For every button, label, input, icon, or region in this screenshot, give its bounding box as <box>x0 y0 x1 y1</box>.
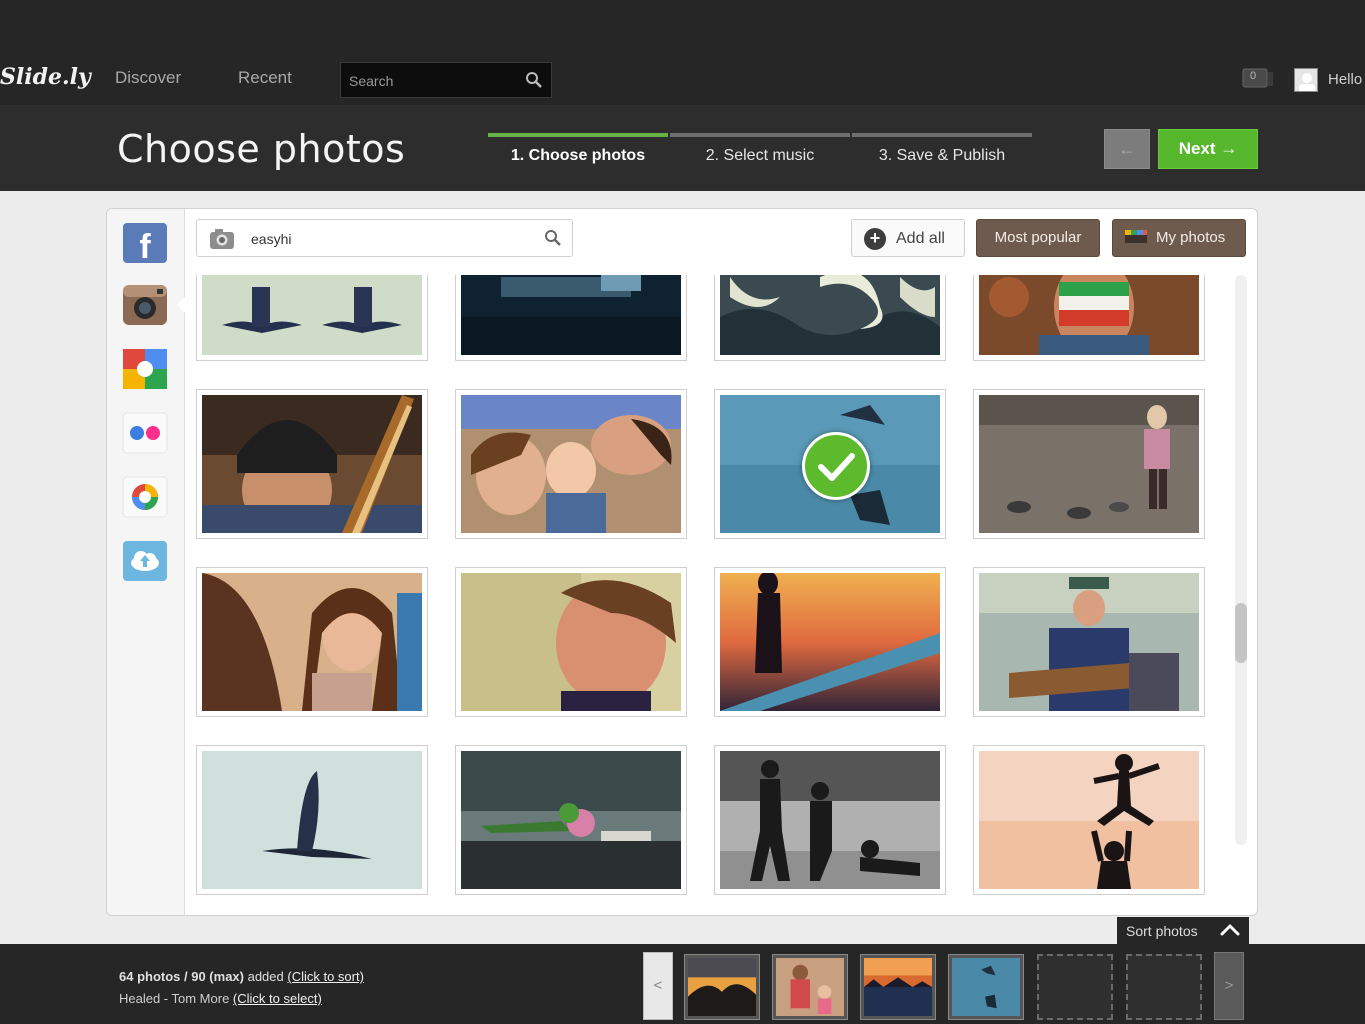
selection-summary: 64 photos / 90 (max) added (Click to sor… <box>119 969 364 984</box>
search-box <box>340 62 552 98</box>
step-label: 2. Select music <box>705 147 815 164</box>
song-title: Healed - Tom More <box>119 991 233 1006</box>
camera-icon <box>209 228 235 255</box>
source-sidebar: f <box>107 209 185 915</box>
selected-photo-thumb[interactable] <box>684 954 760 1020</box>
photo-tile[interactable] <box>714 389 946 539</box>
search-icon[interactable] <box>544 229 562 252</box>
step-label: 1. Choose photos <box>510 147 646 164</box>
page-header: Choose photos 1. Choose photos 2. Select… <box>0 105 1365 191</box>
selected-photo-thumb[interactable] <box>860 954 936 1020</box>
avatar[interactable] <box>1294 68 1318 92</box>
photo-tile[interactable] <box>455 389 687 539</box>
photo-tile[interactable] <box>196 389 428 539</box>
photo-tile[interactable] <box>455 275 687 361</box>
photo-image <box>461 275 681 355</box>
step-label: 3. Save & Publish <box>878 147 1006 164</box>
photo-tile[interactable] <box>973 567 1205 717</box>
photo-tile[interactable] <box>714 275 946 361</box>
music-summary: Healed - Tom More (Click to select) <box>119 991 322 1006</box>
nav-discover[interactable]: Discover <box>115 68 181 88</box>
google-icon[interactable] <box>121 347 169 391</box>
sort-photos-label: Sort photos <box>1126 923 1198 939</box>
empty-photo-slot[interactable] <box>1126 954 1202 1020</box>
top-bar: Slide.ly Discover Recent 0 Hello <box>0 0 1365 105</box>
instagram-icon[interactable] <box>121 283 185 327</box>
most-popular-button[interactable]: Most popular <box>976 219 1100 257</box>
svg-text:f: f <box>139 228 151 265</box>
photo-image <box>202 395 422 533</box>
photo-tile[interactable] <box>714 567 946 717</box>
scrollbar-thumb[interactable] <box>1235 603 1247 663</box>
photo-tile[interactable] <box>455 567 687 717</box>
photo-tile[interactable] <box>196 745 428 895</box>
empty-photo-slot[interactable] <box>1037 954 1113 1020</box>
photo-image <box>720 751 940 889</box>
selection-bar: 64 photos / 90 (max) added (Click to sor… <box>0 944 1365 1024</box>
added-text: added <box>243 969 288 984</box>
photo-image <box>979 573 1199 711</box>
greeting[interactable]: Hello <box>1328 71 1362 88</box>
filmstrip-prev-button[interactable]: < <box>643 952 673 1020</box>
plus-icon: + <box>864 228 886 250</box>
search-input[interactable] <box>349 71 519 91</box>
cloud-upload-icon[interactable] <box>121 539 169 583</box>
photo-grid <box>196 275 1216 905</box>
photo-image <box>720 395 940 533</box>
filmstrip-next-button[interactable]: > <box>1214 952 1244 1020</box>
photo-image <box>979 275 1199 355</box>
photo-image <box>202 275 422 355</box>
step-choose-photos[interactable]: 1. Choose photos <box>488 133 668 173</box>
photo-count: 64 photos / 90 (max) <box>119 969 244 984</box>
photo-image <box>720 573 940 711</box>
photo-picker-panel: f + Add all Most popular <box>106 208 1258 916</box>
search-icon[interactable] <box>525 71 543 94</box>
photo-image <box>461 573 681 711</box>
photo-tile[interactable] <box>973 389 1205 539</box>
my-photos-button[interactable]: My photos <box>1112 219 1246 257</box>
selected-photo-thumb[interactable] <box>948 954 1024 1020</box>
selected-check-icon <box>802 432 870 500</box>
add-all-label: Add all <box>896 230 945 247</box>
facebook-icon[interactable]: f <box>121 221 169 266</box>
step-save-publish[interactable]: 3. Save & Publish <box>852 133 1032 173</box>
step-select-music[interactable]: 2. Select music <box>670 133 850 173</box>
click-to-select-link[interactable]: (Click to select) <box>233 991 322 1006</box>
step-progress-bar <box>670 133 850 137</box>
step-progress-bar <box>488 133 668 137</box>
my-photos-icon <box>1125 224 1147 260</box>
photo-image <box>461 751 681 889</box>
add-all-button[interactable]: + Add all <box>851 219 965 257</box>
picasa-icon[interactable] <box>121 475 169 519</box>
next-button[interactable]: Next → <box>1158 129 1258 169</box>
scrollbar-track[interactable] <box>1235 275 1247 845</box>
photo-image <box>202 751 422 889</box>
selected-photo-thumb[interactable] <box>772 954 848 1020</box>
notification-count: 0 <box>1250 70 1257 82</box>
notification-icon[interactable]: 0 <box>1242 68 1274 90</box>
nav-recent[interactable]: Recent <box>238 68 292 88</box>
step-progress-bar <box>852 133 1032 137</box>
photo-tile[interactable] <box>973 275 1205 361</box>
photo-tile[interactable] <box>196 275 428 361</box>
photo-tile[interactable] <box>714 745 946 895</box>
page-title: Choose photos <box>117 127 406 171</box>
click-to-sort-link[interactable]: (Click to sort) <box>287 969 364 984</box>
photo-image <box>720 275 940 355</box>
photo-image <box>979 395 1199 533</box>
sort-photos-tab[interactable]: Sort photos <box>1117 917 1249 945</box>
photo-tile[interactable] <box>196 567 428 717</box>
logo[interactable]: Slide.ly <box>0 64 91 90</box>
chevron-up-icon <box>1219 921 1241 942</box>
my-photos-label: My photos <box>1156 229 1226 246</box>
photo-tile[interactable] <box>455 745 687 895</box>
photo-image <box>979 751 1199 889</box>
photo-image <box>461 395 681 533</box>
photo-image <box>202 573 422 711</box>
photo-filter <box>196 219 573 257</box>
flickr-icon[interactable] <box>121 411 169 455</box>
prev-button[interactable]: ← <box>1104 129 1150 169</box>
filter-input[interactable] <box>251 229 531 249</box>
photo-tile[interactable] <box>973 745 1205 895</box>
